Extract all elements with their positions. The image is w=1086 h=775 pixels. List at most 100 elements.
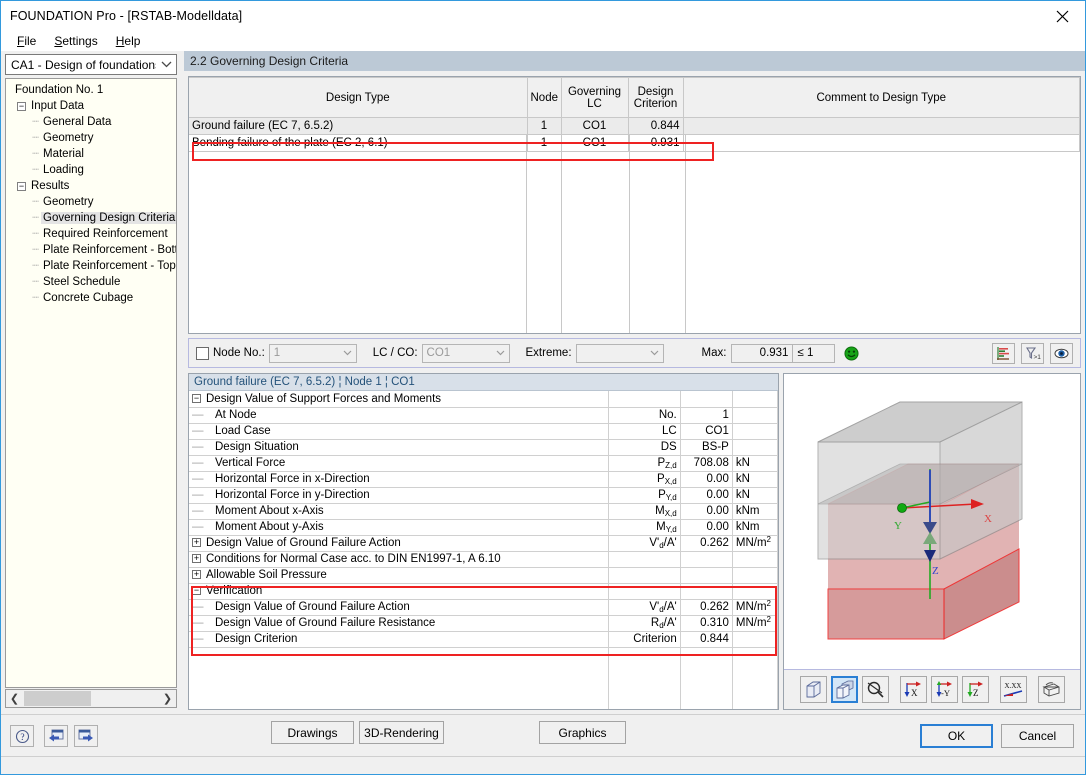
graphics-button[interactable]: Graphics — [539, 721, 626, 744]
previous-page-icon[interactable] — [44, 725, 68, 747]
menu-settings[interactable]: Settings — [45, 33, 106, 49]
detail-group-row[interactable]: − Verification — [189, 583, 778, 600]
detail-item-row[interactable]: — Design Value of Ground Failure Resistan… — [189, 615, 778, 632]
sidebar-item-material[interactable]: ┈ Material — [6, 146, 176, 162]
3d-rendering-button[interactable]: 3D-Rendering — [359, 721, 444, 744]
detail-item-row[interactable]: — Horizontal Force in x-Direction PX,d 0.00… — [189, 471, 778, 488]
detail-item-row[interactable]: — At Node No. 1 — [189, 407, 778, 424]
detail-item-row[interactable]: — Moment About y-Axis MY,d 0.00 kNm — [189, 519, 778, 536]
sidebar-item-required-reinforcement[interactable]: ┈ Required Reinforcement — [6, 226, 176, 242]
drawings-button[interactable]: Drawings — [271, 721, 354, 744]
sidebar-item-steel-schedule[interactable]: ┈ Steel Schedule — [6, 274, 176, 290]
view-x-icon[interactable]: X — [899, 676, 927, 703]
detail-row-empty[interactable] — [189, 663, 778, 679]
table-row-empty[interactable] — [189, 237, 1080, 254]
eye-visibility-icon[interactable] — [1050, 342, 1073, 364]
governing-criteria-table[interactable]: Design Type Node Governing LC Design Cri… — [188, 76, 1081, 334]
sidebar-item-loading[interactable]: ┈ Loading — [6, 162, 176, 178]
detail-item-row[interactable]: — Design Value of Ground Failure Action V'… — [189, 599, 778, 616]
table-row-empty[interactable] — [189, 169, 1080, 186]
table-row-empty[interactable] — [189, 203, 1080, 220]
collapse-icon[interactable]: − — [17, 101, 26, 111]
detail-group-row[interactable]: − Design Value of Support Forces and Mome… — [189, 391, 778, 408]
sidebar-item-general-data[interactable]: ┈ General Data — [6, 114, 176, 130]
menu-file[interactable]: File — [8, 33, 45, 49]
detail-symbol: PY,d — [608, 487, 681, 504]
model-viewport[interactable]: X Y Z X -Y Z X.XX — [783, 373, 1081, 710]
sidebar-item-governing-design-criteria[interactable]: ┈ Governing Design Criteria — [6, 210, 176, 226]
ok-button[interactable]: OK — [920, 724, 993, 748]
expand-icon[interactable]: + — [192, 554, 201, 564]
menu-help[interactable]: Help — [107, 33, 150, 49]
sidebar-item-input-data[interactable]: − Input Data — [6, 98, 176, 114]
module-selector[interactable]: CA1 - Design of foundations — [5, 54, 177, 75]
header-design-type[interactable]: Design Type — [189, 77, 528, 118]
table-row[interactable]: Bending failure of the plate (EC 2, 6.1)… — [189, 134, 1080, 152]
detail-value — [680, 551, 733, 568]
table-row-empty[interactable] — [189, 220, 1080, 237]
filter-gt1-icon[interactable]: >1 — [1021, 342, 1044, 364]
detail-row-empty[interactable] — [189, 695, 778, 709]
detail-label: − Verification — [189, 583, 609, 600]
detail-group-row[interactable]: + Conditions for Normal Case acc. to DIN … — [189, 551, 778, 568]
sidebar-item-foundation-no-1[interactable]: Foundation No. 1 — [6, 82, 176, 98]
detail-item-row[interactable]: — Vertical Force PZ,d 708.08 kN — [189, 455, 778, 472]
detail-row-empty[interactable] — [189, 679, 778, 695]
result-bars-icon[interactable] — [992, 342, 1015, 364]
collapse-icon[interactable]: − — [17, 181, 26, 191]
print-icon[interactable] — [1037, 676, 1065, 703]
cell-empty — [680, 695, 733, 709]
zoom-rotate-icon[interactable] — [861, 676, 889, 703]
detail-item-row[interactable]: — Design Criterion Criterion 0.844 — [189, 631, 778, 648]
view-neg-y-icon[interactable]: -Y — [930, 676, 958, 703]
table-row-empty[interactable] — [189, 271, 1080, 288]
table-row-empty[interactable] — [189, 288, 1080, 305]
navigator-tree[interactable]: Foundation No. 1− Input Data ┈ General Data… — [5, 78, 177, 688]
detail-row-empty[interactable] — [189, 647, 778, 663]
expand-icon[interactable]: + — [192, 538, 201, 548]
chevron-right-icon[interactable]: ❯ — [159, 690, 176, 707]
header-node[interactable]: Node — [527, 77, 562, 118]
foundation-3d-model[interactable]: X Y Z — [784, 374, 1080, 669]
detail-item-row[interactable]: — Horizontal Force in y-Direction PY,d 0.00… — [189, 487, 778, 504]
sidebar-item-results[interactable]: − Results — [6, 178, 176, 194]
detail-group-row[interactable]: + Design Value of Ground Failure Action V'… — [189, 535, 778, 552]
value-display-icon[interactable]: X.XX — [999, 676, 1027, 703]
header-comment[interactable]: Comment to Design Type — [683, 77, 1080, 118]
table-row-empty[interactable] — [189, 152, 1080, 169]
collapse-icon[interactable]: − — [192, 394, 201, 404]
node-no-label: Node No.: — [213, 347, 265, 359]
expand-icon[interactable]: + — [192, 570, 201, 580]
table-row[interactable]: Ground failure (EC 7, 6.5.2) 1 CO1 0.844 — [189, 117, 1080, 135]
table-row-empty[interactable] — [189, 186, 1080, 203]
sidebar-item-plate-reinforcement-bottom[interactable]: ┈ Plate Reinforcement - Bottom — [6, 242, 176, 258]
detail-item-row[interactable]: — Moment About x-Axis MX,d 0.00 kNm — [189, 503, 778, 520]
detail-result-table[interactable]: Ground failure (EC 7, 6.5.2) ¦ Node 1 ¦ … — [188, 373, 779, 710]
close-icon[interactable] — [1039, 1, 1085, 31]
sidebar-item-plate-reinforcement-top[interactable]: ┈ Plate Reinforcement - Top — [6, 258, 176, 274]
header-design-criterion[interactable]: Design Criterion — [628, 77, 684, 118]
wireframe-view-icon[interactable] — [799, 676, 827, 703]
scrollbar-thumb[interactable] — [24, 691, 91, 706]
cancel-button[interactable]: Cancel — [1001, 724, 1074, 748]
lc-co-select[interactable]: CO1 — [421, 343, 510, 363]
detail-group-row[interactable]: + Allowable Soil Pressure — [189, 567, 778, 584]
detail-item-row[interactable]: — Load Case LC CO1 — [189, 423, 778, 440]
chevron-left-icon[interactable]: ❮ — [6, 690, 23, 707]
header-governing-lc[interactable]: Governing LC — [561, 77, 629, 118]
solid-view-icon[interactable] — [830, 676, 858, 703]
table-row-empty[interactable] — [189, 254, 1080, 271]
view-z-icon[interactable]: Z — [961, 676, 989, 703]
cell-empty — [561, 152, 628, 169]
extreme-select[interactable] — [575, 343, 664, 363]
collapse-icon[interactable]: − — [192, 586, 201, 596]
detail-item-row[interactable]: — Design Situation DS BS-P — [189, 439, 778, 456]
sidebar-item-geometry[interactable]: ┈ Geometry — [6, 194, 176, 210]
next-page-icon[interactable] — [74, 725, 98, 747]
navigator-hscrollbar[interactable]: ❮ ❯ — [5, 689, 177, 708]
sidebar-item-geometry[interactable]: ┈ Geometry — [6, 130, 176, 146]
sidebar-item-concrete-cubage[interactable]: ┈ Concrete Cubage — [6, 290, 176, 306]
help-question-icon[interactable]: ? — [10, 725, 34, 747]
node-no-checkbox[interactable] — [196, 346, 209, 360]
node-no-select[interactable]: 1 — [268, 343, 357, 363]
